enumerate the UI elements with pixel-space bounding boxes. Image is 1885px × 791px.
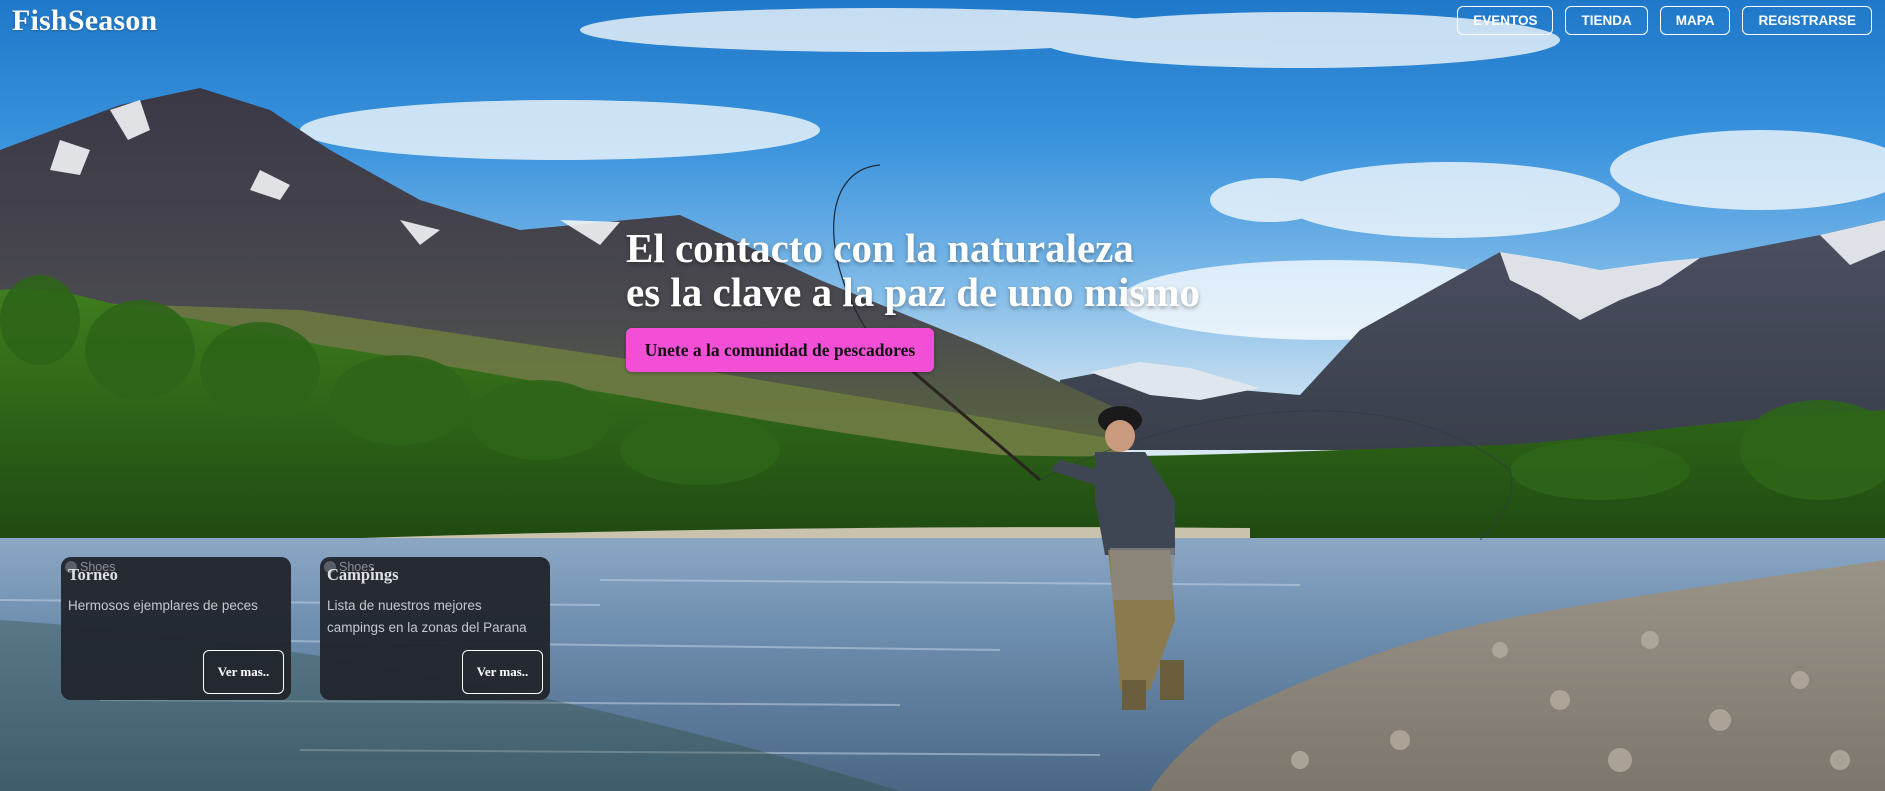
card-description: Hermosos ejemplares de peces [68,598,258,613]
join-community-button[interactable]: Unete a la comunidad de pescadores [626,328,934,372]
card-more-button[interactable]: Ver mas.. [203,650,284,694]
nav-eventos-button[interactable]: EVENTOS [1457,6,1554,35]
hero-headline: El contacto con la naturaleza es la clav… [626,226,1200,314]
card-description: Lista de nuestros mejores campings en la… [327,598,527,635]
card-more-button[interactable]: Ver mas.. [462,650,543,694]
hero-background: FishSeason EVENTOS TIENDA MAPA REGISTRAR… [0,0,1885,791]
nav-registrarse-button[interactable]: REGISTRARSE [1742,6,1872,35]
hero-headline-line-2: es la clave a la paz de uno mismo [626,269,1200,315]
card-torneo: Shoes Torneo Hermosos ejemplares de pece… [61,557,291,700]
card-campings: Shoes Campings Lista de nuestros mejores… [320,557,550,700]
hero-headline-line-1: El contacto con la naturaleza [626,225,1134,271]
nav-mapa-button[interactable]: MAPA [1659,6,1731,35]
brand-logo[interactable]: FishSeason [12,4,157,38]
card-title: Torneo [68,565,118,584]
top-nav: EVENTOS TIENDA MAPA REGISTRARSE [1457,6,1872,35]
card-title: Campings [327,565,399,584]
nav-tienda-button[interactable]: TIENDA [1565,6,1648,35]
